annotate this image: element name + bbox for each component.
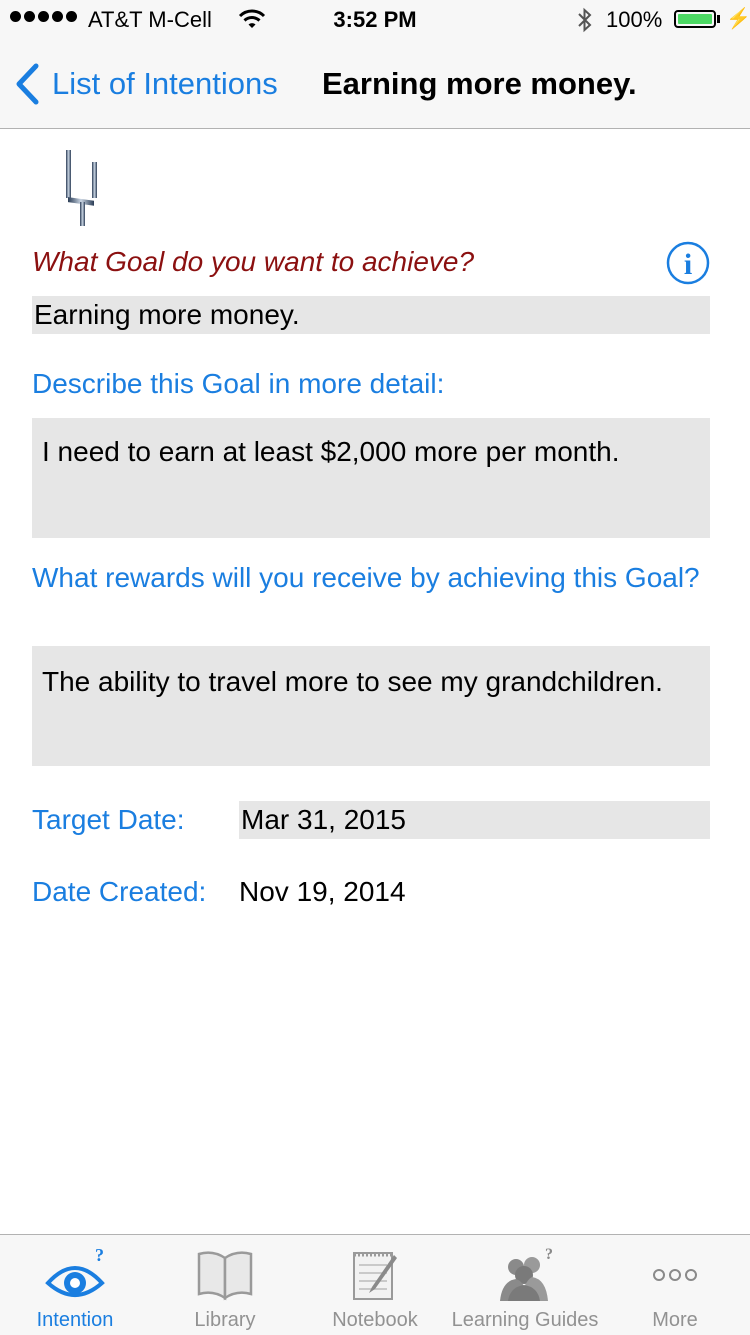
info-icon[interactable]: i xyxy=(666,241,710,285)
date-created-label: Date Created: xyxy=(32,876,207,907)
svg-text:i: i xyxy=(684,248,692,281)
status-bar: AT&T M-Cell 3:52 PM 100% ⚡ xyxy=(0,0,750,40)
goal-question-label: What Goal do you want to achieve? xyxy=(32,246,475,277)
tab-bar: ? Intention Library Notebook ? Learning … xyxy=(0,1234,750,1335)
svg-text:?: ? xyxy=(95,1247,104,1265)
tab-library[interactable]: Library xyxy=(150,1235,300,1335)
more-dots-icon xyxy=(653,1269,697,1281)
eye-question-icon: ? xyxy=(45,1247,105,1297)
rewards-field[interactable]: The ability to travel more to see my gra… xyxy=(32,646,710,766)
people-question-icon: ? xyxy=(500,1247,553,1301)
date-created-value: Nov 19, 2014 xyxy=(239,876,406,907)
goal-field[interactable]: Earning more money. xyxy=(32,296,710,334)
tab-label: Intention xyxy=(36,1309,114,1331)
top-bar: AT&T M-Cell 3:52 PM 100% ⚡ List of Inten… xyxy=(0,0,750,129)
notebook-icon xyxy=(353,1252,397,1300)
battery-icon xyxy=(674,10,716,28)
svg-text:?: ? xyxy=(545,1247,553,1263)
page-title: Earning more money. xyxy=(322,66,637,101)
goalpost-icon xyxy=(66,150,97,226)
charging-bolt-icon: ⚡ xyxy=(726,8,750,30)
tab-label: Notebook xyxy=(332,1309,418,1331)
tab-notebook[interactable]: Notebook xyxy=(300,1235,450,1335)
target-date-label: Target Date: xyxy=(32,804,185,835)
target-date-field[interactable]: Mar 31, 2015 xyxy=(239,801,710,839)
battery-nub xyxy=(717,15,720,23)
detail-label: Describe this Goal in more detail: xyxy=(32,368,445,399)
tab-intention[interactable]: ? Intention xyxy=(0,1235,150,1335)
battery-percent: 100% xyxy=(606,7,663,32)
tab-learning-guides[interactable]: ? Learning Guides xyxy=(450,1235,600,1335)
tab-label: Learning Guides xyxy=(451,1309,599,1331)
tab-label: Library xyxy=(194,1309,256,1331)
bluetooth-icon xyxy=(578,7,592,33)
tab-label: More xyxy=(652,1309,698,1331)
book-icon xyxy=(197,1251,253,1301)
back-button-label: List of Intentions xyxy=(52,66,278,101)
chevron-left-icon xyxy=(16,63,39,105)
back-button[interactable]: List of Intentions xyxy=(14,62,278,106)
tab-more[interactable]: More xyxy=(600,1235,750,1335)
rewards-label: What rewards will you receive by achievi… xyxy=(32,562,700,593)
detail-field[interactable]: I need to earn at least $2,000 more per … xyxy=(32,418,710,538)
